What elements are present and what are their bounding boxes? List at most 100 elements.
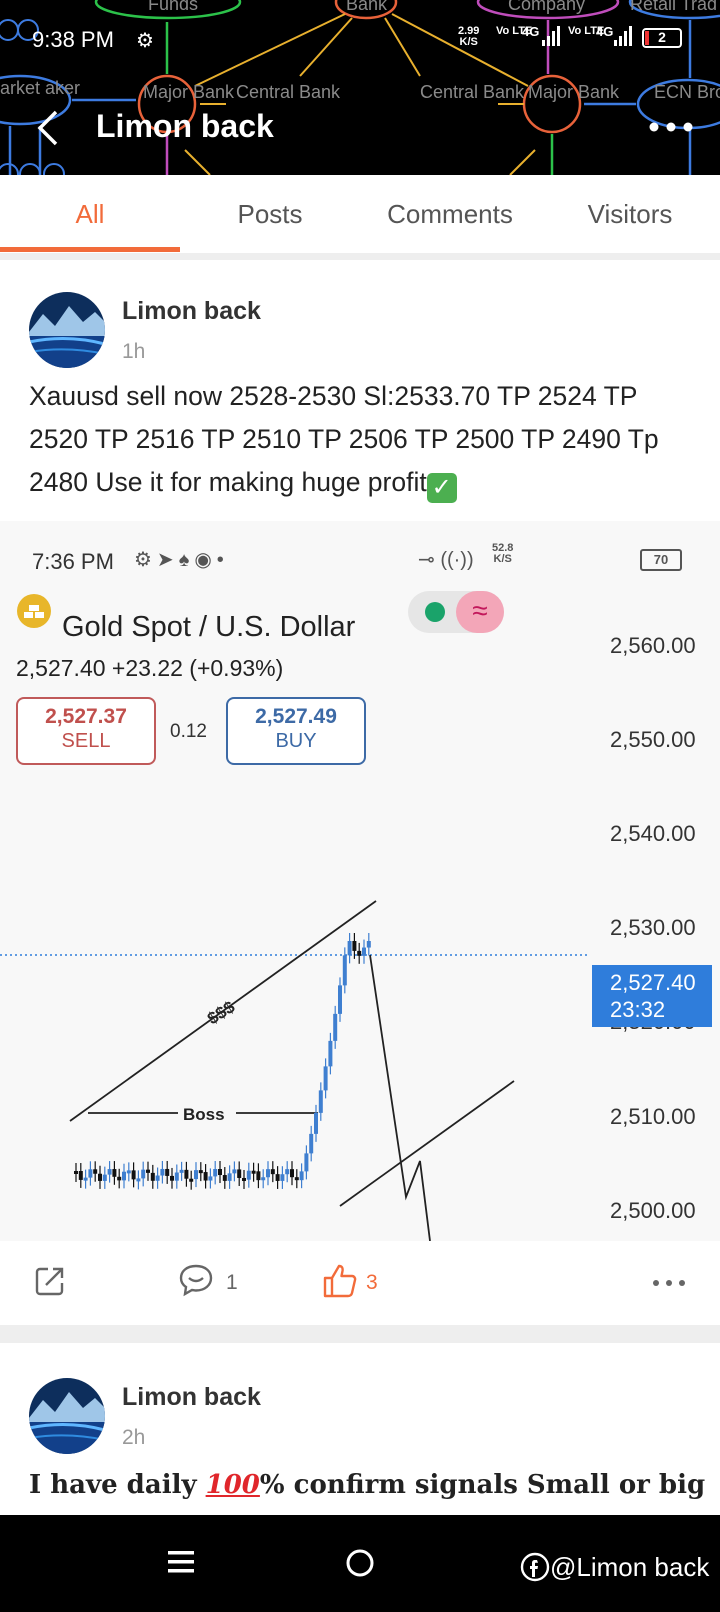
candle-body [318, 1090, 323, 1113]
price-chart: Boss $$$ [0, 900, 590, 1241]
candle-body [280, 1174, 285, 1181]
y-axis-label: 2,540.00 [610, 821, 696, 846]
signal-icon [542, 26, 560, 46]
post-image[interactable]: 7:36 PM ⚙➤♠◉• ⊸ ((·)) 52.8 K/S 70 Gold Sp… [0, 521, 720, 1241]
profile-header-banner: Funds Bank Company Retail Trad arket ake… [0, 0, 720, 175]
post-author[interactable]: Limon back [122, 1383, 261, 1412]
home-icon[interactable] [344, 1547, 376, 1579]
liquidity-annotation: $$$ [204, 997, 239, 1028]
post-action-bar: 1 3 [0, 1241, 720, 1325]
candle-body [237, 1169, 242, 1178]
candle-body [342, 955, 347, 986]
candle-body [290, 1169, 294, 1178]
back-arrow-icon[interactable] [30, 108, 70, 148]
avatar[interactable] [29, 292, 105, 368]
post-time: 1h [122, 340, 146, 363]
candle-body [227, 1173, 232, 1181]
status-sim1-net: 4G [522, 24, 540, 39]
candle-body [179, 1169, 184, 1173]
candle-body [117, 1176, 122, 1181]
shot-battery: 70 [640, 549, 682, 571]
candle-body [126, 1170, 131, 1174]
banner-label-market-maker: arket aker [0, 78, 80, 98]
candle-body [203, 1172, 208, 1181]
current-price-tag: 2,527.40 23:32 [592, 965, 712, 1027]
candle-body [213, 1169, 218, 1177]
candle-body [309, 1133, 314, 1154]
candle-body [83, 1177, 88, 1181]
banner-label-central-bank-right: Central Bank [420, 82, 525, 102]
like-icon[interactable] [322, 1263, 358, 1299]
candle-body [160, 1168, 165, 1176]
candle-body [222, 1175, 227, 1181]
post-author[interactable]: Limon back [122, 297, 261, 326]
candle-body [266, 1169, 270, 1178]
candle-body [93, 1169, 98, 1174]
candle-body [88, 1169, 93, 1178]
tab-visitors[interactable]: Visitors [540, 175, 720, 253]
status-sim2-net: 4G [596, 24, 614, 39]
candle-body [194, 1170, 198, 1180]
tab-comments[interactable]: Comments [360, 175, 540, 253]
candle-body [261, 1177, 266, 1181]
watermark: @Limon back [550, 1552, 710, 1582]
status-net-speed: 2.99 K/S [458, 25, 480, 48]
hundred-points-icon: 100 [205, 1470, 260, 1500]
candle-body [170, 1175, 174, 1181]
candle-body [107, 1169, 112, 1175]
facebook-icon [520, 1552, 550, 1582]
candle-body [333, 1013, 338, 1041]
banner-label-ecn: ECN Broker [654, 82, 720, 102]
candle-body [270, 1169, 275, 1175]
candle-body [232, 1169, 237, 1174]
divider [0, 1325, 720, 1343]
banner-label-bank: Bank [346, 0, 388, 14]
more-options-icon[interactable] [652, 1277, 686, 1289]
candle-body [285, 1169, 290, 1175]
candle-body [304, 1153, 309, 1172]
y-axis-label: 2,550.00 [610, 727, 696, 752]
banner-label-funds: Funds [148, 0, 198, 14]
candle-body [218, 1169, 222, 1176]
candle-body [122, 1171, 126, 1181]
candle-body [328, 1040, 333, 1067]
banner-label-retail: Retail Trad [630, 0, 717, 14]
avatar[interactable] [29, 1378, 105, 1454]
candle-body [198, 1170, 203, 1174]
divider [0, 253, 720, 260]
check-mark-icon: ✓ [426, 473, 457, 503]
share-icon[interactable] [34, 1265, 66, 1297]
y-axis-label: 2,560.00 [610, 633, 696, 658]
banner-label-major-bank-left: Major Bank [143, 82, 235, 102]
candle-body [357, 950, 362, 956]
candle-body [366, 941, 371, 948]
comment-count: 1 [226, 1271, 238, 1294]
y-axis-label: 2,500.00 [610, 1198, 696, 1223]
candle-body [347, 941, 352, 956]
signal-icon-2 [614, 26, 632, 46]
post-body: I have daily 100% confirm signals Small … [29, 1470, 706, 1500]
boss-annotation: Boss [183, 1105, 225, 1124]
active-tab-indicator [0, 247, 180, 252]
candle-body [141, 1169, 146, 1179]
candle-body [146, 1169, 150, 1173]
candle-body [246, 1170, 251, 1180]
candle-body [299, 1171, 304, 1181]
y-axis-label: 2,530.00 [610, 915, 696, 940]
gear-icon: ⚙ [136, 30, 154, 52]
candle-body [189, 1178, 194, 1182]
candle-body [131, 1170, 136, 1180]
comment-icon[interactable] [178, 1263, 214, 1297]
more-options-icon[interactable] [646, 112, 696, 142]
candle-body [102, 1174, 107, 1181]
tab-posts[interactable]: Posts [180, 175, 360, 253]
candle-body [242, 1177, 246, 1181]
candle-body [251, 1170, 256, 1174]
tab-all[interactable]: All [0, 175, 180, 253]
candle-body [165, 1168, 170, 1176]
candle-body [136, 1178, 141, 1182]
recent-apps-icon[interactable] [166, 1547, 196, 1577]
banner-label-central-bank-left: Central Bank [236, 82, 341, 102]
banner-label-major-bank-right: Major Bank [528, 82, 620, 102]
candle-body [362, 947, 366, 956]
